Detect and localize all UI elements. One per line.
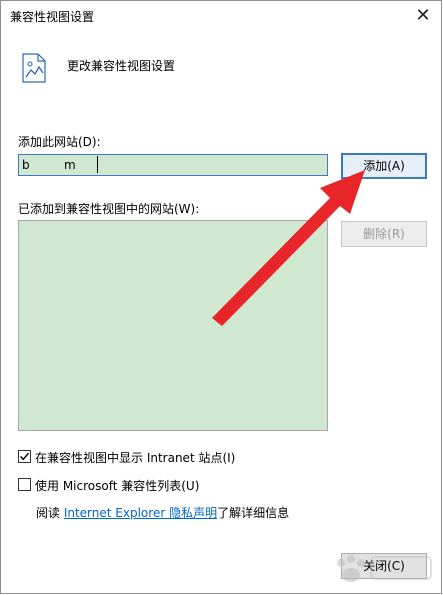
add-button[interactable]: 添加(A) bbox=[341, 153, 427, 179]
text-caret bbox=[97, 156, 98, 173]
title-bar: 兼容性视图设置 ✕ bbox=[1, 1, 441, 31]
site-list-label: 已添加到兼容性视图中的网站(W): bbox=[18, 202, 200, 216]
watermark-logo bbox=[337, 555, 432, 582]
privacy-link[interactable]: Internet Explorer 隐私声明 bbox=[64, 506, 217, 520]
site-list[interactable] bbox=[18, 220, 328, 431]
intranet-label[interactable]: 在兼容性视图中显示 Intranet 站点(I) bbox=[35, 449, 235, 466]
microsoft-list-checkbox[interactable] bbox=[18, 478, 31, 491]
add-site-label: 添加此网站(D): bbox=[18, 135, 101, 149]
dialog-heading: 更改兼容性视图设置 bbox=[67, 59, 176, 73]
checkmark-icon bbox=[19, 452, 30, 461]
privacy-suffix: 了解详细信息 bbox=[217, 506, 290, 520]
intranet-checkbox[interactable] bbox=[18, 450, 31, 463]
close-window-button[interactable]: ✕ bbox=[409, 3, 437, 29]
window-title: 兼容性视图设置 bbox=[10, 10, 95, 24]
microsoft-list-label[interactable]: 使用 Microsoft 兼容性列表(U) bbox=[35, 477, 199, 494]
privacy-prefix: 阅读 bbox=[36, 506, 64, 520]
page-settings-icon bbox=[22, 53, 46, 83]
add-site-input[interactable] bbox=[18, 154, 328, 176]
remove-button[interactable]: 删除(R) bbox=[341, 221, 427, 247]
compatibility-view-dialog: 兼容性视图设置 ✕ 更改兼容性视图设置 添加此网站(D): 添加(A) 已添加到… bbox=[0, 0, 442, 594]
privacy-notice: 阅读 Internet Explorer 隐私声明了解详细信息 bbox=[36, 504, 289, 521]
